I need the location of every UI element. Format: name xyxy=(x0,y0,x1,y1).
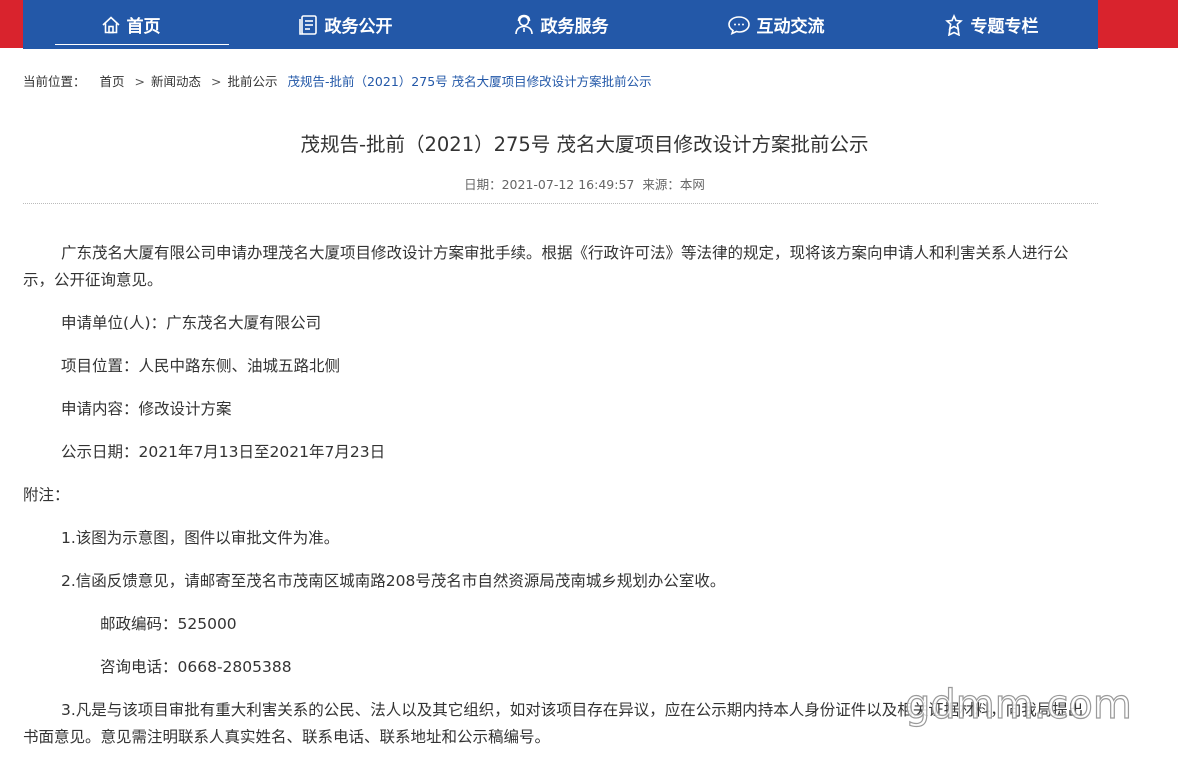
nav-item-label: 互动交流 xyxy=(756,17,825,37)
ribbon-icon xyxy=(943,13,965,36)
breadcrumb-prefix: 当前位置： xyxy=(23,74,86,89)
breadcrumb-news-link[interactable]: 新闻动态 xyxy=(151,74,201,89)
service-person-icon xyxy=(513,14,535,36)
note-1: 1.该图为示意图，图件以审批文件为准。 xyxy=(61,529,340,547)
document-icon xyxy=(298,14,319,36)
source-value: 本网 xyxy=(679,177,705,192)
breadcrumb-separator: > xyxy=(210,74,222,89)
nav-item-label: 政务服务 xyxy=(540,17,609,37)
nav-item-label: 首页 xyxy=(126,17,161,37)
breadcrumb-home-link[interactable]: 首页 xyxy=(100,74,125,89)
applicant-line: 申请单位(人)：广东茂名大厦有限公司 xyxy=(61,314,322,332)
note-2: 2.信函反馈意见，请邮寄至茂名市茂南区城南路208号茂名市自然资源局茂南城乡规划… xyxy=(61,572,726,590)
nav-item-interaction[interactable]: 互动交流 xyxy=(668,0,883,49)
home-icon xyxy=(101,15,121,35)
chat-bubble-icon xyxy=(727,15,751,35)
period-line: 公示日期：2021年7月13日至2021年7月23日 xyxy=(61,443,386,461)
nav-item-government-services[interactable]: 政务服务 xyxy=(453,0,668,49)
breadcrumb: 当前位置： 首页 > 新闻动态 > 批前公示 茂规告-批前（2021）275号 茂名… xyxy=(23,71,652,90)
article-meta: 日期：2021-07-12 16:49:57 来源：本网 xyxy=(23,174,1146,193)
source-label: 来源： xyxy=(642,177,680,192)
main-navigation: 首页 政务公开 政务服务 互动交流 专题专栏 xyxy=(23,0,1098,49)
nav-item-government-affairs[interactable]: 政务公开 xyxy=(238,0,453,49)
breadcrumb-notice-link[interactable]: 批前公示 xyxy=(227,74,277,89)
nav-item-label: 专题专栏 xyxy=(970,17,1039,37)
publish-date: 2021-07-12 16:49:57 xyxy=(501,177,635,192)
content-line: 申请内容：修改设计方案 xyxy=(61,400,232,418)
location-line: 项目位置：人民中路东侧、油城五路北侧 xyxy=(61,357,341,375)
article-title: 茂规告-批前（2021）275号 茂名大厦项目修改设计方案批前公示 xyxy=(300,133,869,156)
date-label: 日期： xyxy=(464,177,502,192)
phone-line: 咨询电话：0668-2805388 xyxy=(100,658,292,676)
breadcrumb-current: 茂规告-批前（2021）275号 茂名大厦项目修改设计方案批前公示 xyxy=(287,74,652,89)
notes-heading: 附注： xyxy=(23,486,70,504)
intro-paragraph: 广东茂名大厦有限公司申请办理茂名大厦项目修改设计方案审批手续。根据《行政许可法》… xyxy=(23,244,1069,289)
nav-item-home[interactable]: 首页 xyxy=(23,0,238,49)
nav-item-special-topics[interactable]: 专题专栏 xyxy=(883,0,1098,49)
postcode-line: 邮政编码：525000 xyxy=(100,615,237,633)
dotted-divider xyxy=(23,203,1098,204)
nav-item-label: 政务公开 xyxy=(324,17,393,37)
breadcrumb-separator: > xyxy=(134,74,145,89)
note-3: 3.凡是与该项目审批有重大利害关系的公民、法人以及其它组织，如对该项目存在异议，… xyxy=(23,701,1084,746)
